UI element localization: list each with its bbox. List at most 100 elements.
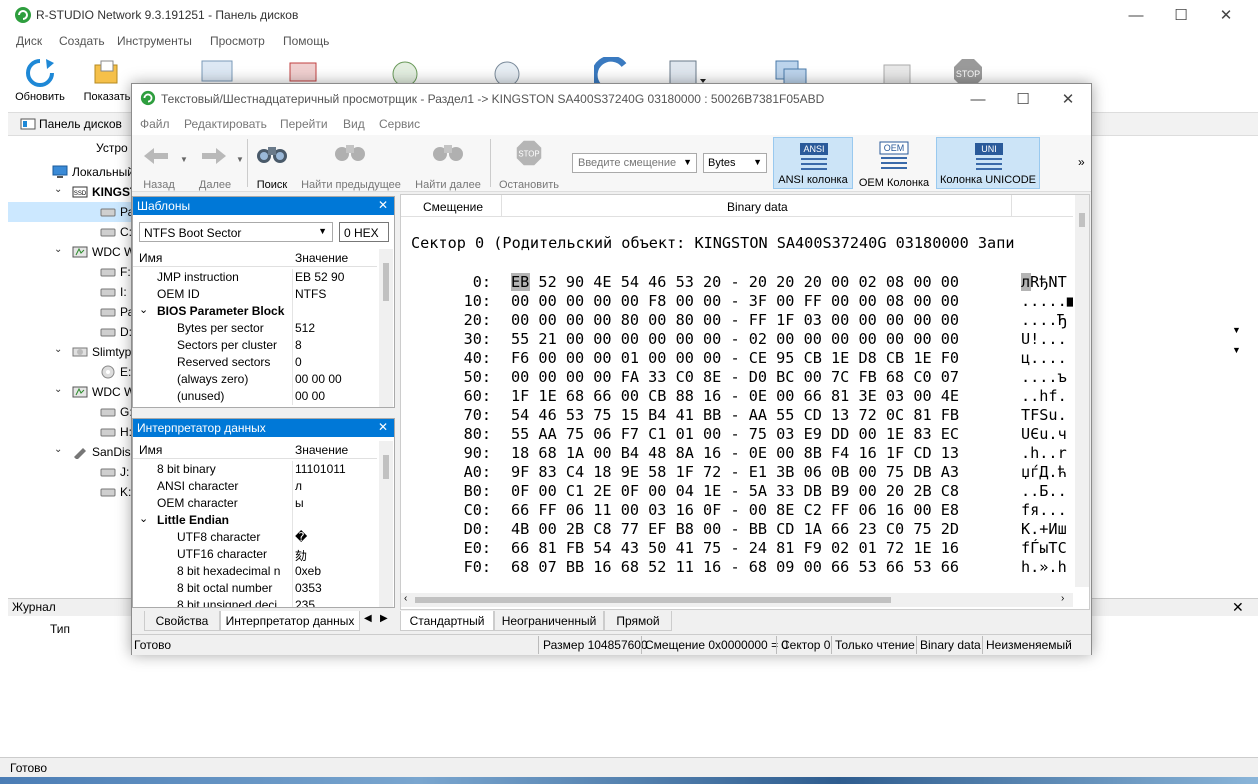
scrollbar-thumb[interactable] <box>1079 213 1085 227</box>
property-row[interactable]: Sectors per cluster 8 <box>133 337 377 354</box>
close-button[interactable]: ✕ <box>1216 6 1236 26</box>
viewer-close-button[interactable]: ✕ <box>1058 90 1078 110</box>
viewer-maximize-button[interactable]: ☐ <box>1013 90 1033 110</box>
chevron-down-icon[interactable]: ⌄ <box>54 444 62 455</box>
viewer-menu-view[interactable]: Вид <box>343 117 365 131</box>
menu-create[interactable]: Создать <box>59 34 105 48</box>
property-name: UTF8 character <box>177 530 261 544</box>
oem-column-button[interactable]: OEM OEM Колонка <box>856 135 932 192</box>
close-icon[interactable]: ✕ <box>1232 599 1244 616</box>
tab-standard[interactable]: Стандартный <box>400 611 494 631</box>
viewer-minimize-button[interactable]: — <box>968 90 988 110</box>
offset-input[interactable]: Введите смещение ▼ <box>572 153 697 173</box>
templates-col-value[interactable]: Значение <box>295 251 348 265</box>
ansi-column-button[interactable]: ANSI ANSI колонка <box>773 137 853 189</box>
hex-col-binary[interactable]: Binary data <box>727 200 788 214</box>
close-icon[interactable]: ✕ <box>378 420 388 434</box>
refresh-button[interactable]: Обновить <box>12 53 68 110</box>
hex-vertical-scrollbar[interactable] <box>1075 195 1089 587</box>
hex-ascii: fя... <box>1021 501 1067 519</box>
tab-direct[interactable]: Прямой <box>604 611 672 631</box>
scrollbar-thumb[interactable] <box>383 263 389 301</box>
disk-panel-label[interactable]: Панель дисков <box>39 117 122 131</box>
chevron-down-icon[interactable]: ▼ <box>683 157 692 167</box>
chevron-down-icon[interactable]: ▼ <box>318 226 327 236</box>
menu-help[interactable]: Помощь <box>283 34 329 48</box>
chevron-down-icon[interactable]: ▼ <box>1232 325 1241 335</box>
interpreter-col-value[interactable]: Значение <box>295 443 348 457</box>
tab-properties[interactable]: Свойства <box>144 611 220 631</box>
property-row[interactable]: Reserved sectors 0 <box>133 354 377 371</box>
property-row[interactable]: ANSI character л <box>133 478 377 495</box>
property-row[interactable]: 8 bit hexadecimal n 0xeb <box>133 563 377 580</box>
tab-interpreter[interactable]: Интерпретатор данных <box>220 611 360 631</box>
templates-scrollbar[interactable] <box>379 249 393 407</box>
unit-select[interactable]: Bytes ▼ <box>703 153 767 173</box>
property-row[interactable]: OEM ID NTFS <box>133 286 377 303</box>
search-button[interactable]: Поиск <box>252 135 292 192</box>
property-row[interactable]: UTF8 character � <box>133 529 377 546</box>
property-row[interactable]: UTF16 character 劾 <box>133 546 377 563</box>
tab-scroll-right-icon[interactable]: ▶ <box>380 613 388 624</box>
hex-view[interactable]: Смещение Binary data Сектор 0 (Родительс… <box>400 194 1090 610</box>
chevron-down-icon[interactable]: ⌄ <box>54 344 62 355</box>
property-row[interactable]: JMP instruction EB 52 90 <box>133 269 377 286</box>
refresh-label: Обновить <box>15 91 65 103</box>
viewer-menu-service[interactable]: Сервис <box>379 117 420 131</box>
viewer-menu-file[interactable]: Файл <box>140 117 170 131</box>
hex-col-offset[interactable]: Смещение <box>423 200 483 214</box>
chevron-down-icon[interactable]: ⌄ <box>139 303 148 316</box>
property-row[interactable]: 8 bit binary 11101011 <box>133 461 377 478</box>
chevron-down-icon[interactable]: ▼ <box>236 155 244 164</box>
minimize-button[interactable]: — <box>1126 6 1146 26</box>
tab-scroll-left-icon[interactable]: ◀ <box>364 613 372 624</box>
property-row[interactable]: Bytes per sector 512 <box>133 320 377 337</box>
unicode-column-button[interactable]: UNI Колонка UNICODE <box>936 137 1040 189</box>
viewer-menu-edit[interactable]: Редактировать <box>184 117 267 131</box>
template-offset-input[interactable]: 0 HEX <box>339 222 389 242</box>
chevron-down-icon[interactable]: ▼ <box>180 155 188 164</box>
chevron-down-icon[interactable]: ⌄ <box>54 384 62 395</box>
chevron-down-icon[interactable]: ⌄ <box>54 184 62 195</box>
tab-unlimited[interactable]: Неограниченный <box>494 611 604 631</box>
property-row[interactable]: (always zero) 00 00 00 <box>133 371 377 388</box>
toolbar-overflow-icon[interactable]: » <box>1078 155 1085 169</box>
property-row[interactable]: OEM character ы <box>133 495 377 512</box>
property-row[interactable]: 8 bit octal number 0353 <box>133 580 377 597</box>
stop-button[interactable]: STOP Остановить <box>496 135 562 192</box>
maximize-button[interactable]: ☐ <box>1171 6 1191 26</box>
templates-col-name[interactable]: Имя <box>139 251 162 265</box>
property-row[interactable]: 8 bit unsigned deci 235 <box>133 597 377 607</box>
scroll-right-icon[interactable]: › <box>1061 593 1064 604</box>
scroll-left-icon[interactable]: ‹ <box>404 593 407 604</box>
templates-panel: Шаблоны ✕ NTFS Boot Sector ▼ 0 HEX Имя З… <box>132 196 395 408</box>
forward-button[interactable]: ▼ Далее <box>190 135 244 192</box>
chevron-down-icon[interactable]: ▼ <box>753 157 762 167</box>
property-row[interactable]: ⌄ BIOS Parameter Block <box>133 303 377 320</box>
interpreter-col-name[interactable]: Имя <box>139 443 162 457</box>
viewer-status-bar: Готово Размер 104857600 Смещение 0x00000… <box>132 634 1091 655</box>
template-select[interactable]: NTFS Boot Sector ▼ <box>139 222 333 242</box>
find-previous-button[interactable]: Найти предыдущее <box>298 135 404 192</box>
interpreter-scrollbar[interactable] <box>379 441 393 607</box>
chevron-down-icon[interactable]: ⌄ <box>54 244 62 255</box>
property-row[interactable]: (unused) 00 00 <box>133 388 377 405</box>
scrollbar-thumb[interactable] <box>383 455 389 479</box>
grid-line <box>292 478 293 495</box>
tree-column-header[interactable]: Устро <box>96 141 128 155</box>
show-button[interactable]: Показать <box>82 53 132 110</box>
menu-view[interactable]: Просмотр <box>210 34 265 48</box>
property-row[interactable]: ⌄ Little Endian <box>133 512 377 529</box>
chevron-down-icon[interactable]: ▼ <box>1232 345 1241 355</box>
menu-tools[interactable]: Инструменты <box>117 34 192 48</box>
chevron-down-icon[interactable]: ⌄ <box>139 512 148 525</box>
tree-item[interactable]: Раздел <box>8 202 160 222</box>
journal-column-type[interactable]: Тип <box>50 622 70 636</box>
back-button[interactable]: ▼ Назад <box>136 135 188 192</box>
find-next-button[interactable]: Найти далее <box>412 135 484 192</box>
close-icon[interactable]: ✕ <box>378 198 388 212</box>
hex-horizontal-scrollbar[interactable]: ‹ › <box>401 593 1073 607</box>
viewer-menu-goto[interactable]: Перейти <box>280 117 328 131</box>
menu-disk[interactable]: Диск <box>16 34 42 48</box>
scrollbar-thumb[interactable] <box>415 597 891 603</box>
